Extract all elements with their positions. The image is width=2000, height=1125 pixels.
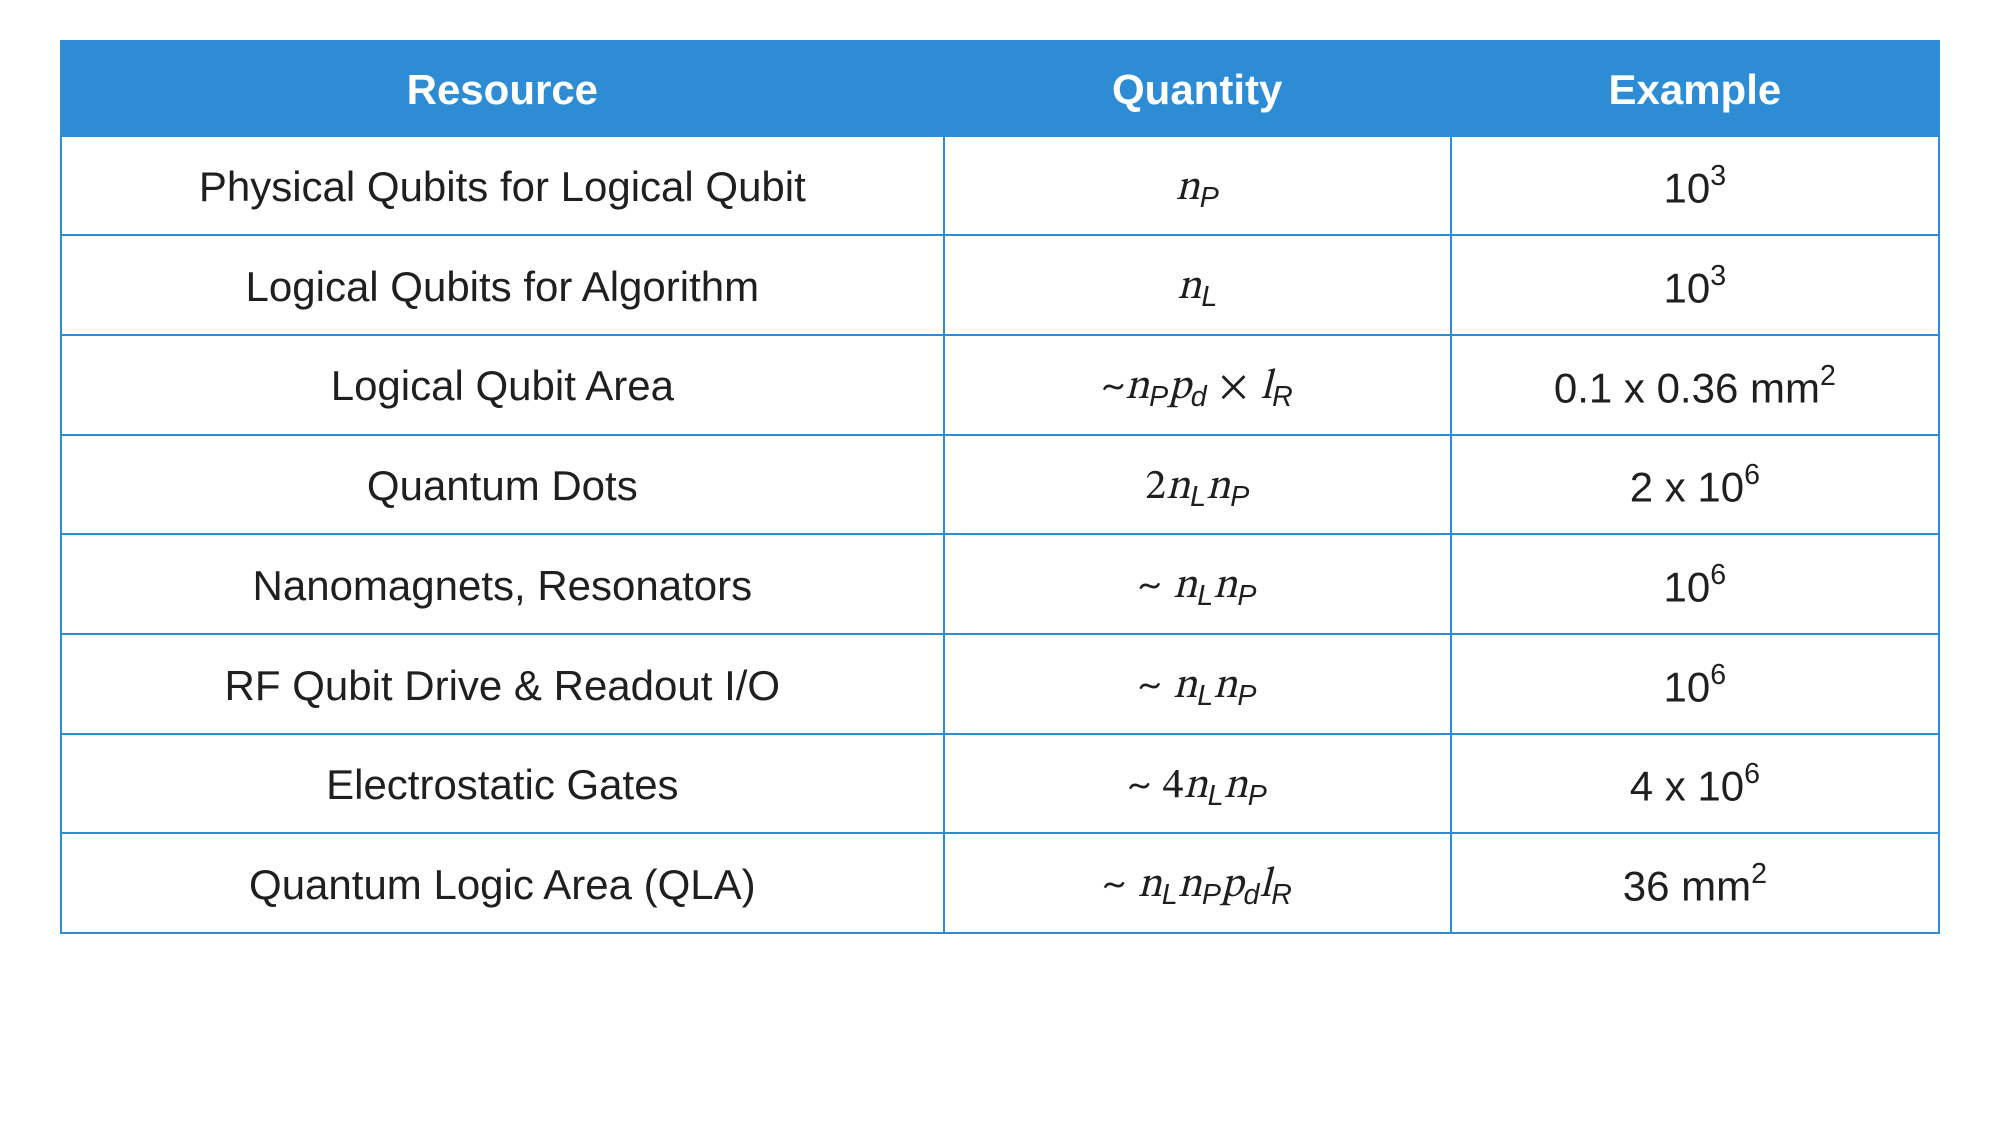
cell-example: 103 — [1451, 235, 1939, 335]
table-row: Logical Qubit Area ~nPpd × lR 0.1 x 0.36… — [61, 335, 1939, 435]
cell-quantity: 2nLnP — [944, 435, 1451, 535]
table-row: Quantum Dots 2nLnP 2 x 106 — [61, 435, 1939, 535]
table-row: RF Qubit Drive & Readout I/O ~ nLnP 106 — [61, 634, 1939, 734]
cell-resource: RF Qubit Drive & Readout I/O — [61, 634, 944, 734]
cell-example: 36 mm2 — [1451, 833, 1939, 933]
cell-quantity: ~nPpd × lR — [944, 335, 1451, 435]
col-header-example: Example — [1451, 41, 1939, 136]
table-row: Electrostatic Gates ~ 4nLnP 4 x 106 — [61, 734, 1939, 834]
table-row: Nanomagnets, Resonators ~ nLnP 106 — [61, 534, 1939, 634]
cell-example: 106 — [1451, 634, 1939, 734]
cell-quantity: ~ nLnP — [944, 534, 1451, 634]
cell-resource: Quantum Dots — [61, 435, 944, 535]
cell-quantity: nP — [944, 136, 1451, 236]
cell-example: 2 x 106 — [1451, 435, 1939, 535]
table-row: Quantum Logic Area (QLA) ~ nLnPpdlR 36 m… — [61, 833, 1939, 933]
cell-quantity: nL — [944, 235, 1451, 335]
cell-example: 106 — [1451, 534, 1939, 634]
cell-resource: Logical Qubit Area — [61, 335, 944, 435]
table-row: Physical Qubits for Logical Qubit nP 103 — [61, 136, 1939, 236]
cell-resource: Physical Qubits for Logical Qubit — [61, 136, 944, 236]
cell-resource: Quantum Logic Area (QLA) — [61, 833, 944, 933]
cell-quantity: ~ 4nLnP — [944, 734, 1451, 834]
resource-table: Resource Quantity Example Physical Qubit… — [60, 40, 1940, 934]
cell-example: 103 — [1451, 136, 1939, 236]
cell-resource: Electrostatic Gates — [61, 734, 944, 834]
cell-quantity: ~ nLnP — [944, 634, 1451, 734]
cell-resource: Nanomagnets, Resonators — [61, 534, 944, 634]
col-header-quantity: Quantity — [944, 41, 1451, 136]
col-header-resource: Resource — [61, 41, 944, 136]
cell-resource: Logical Qubits for Algorithm — [61, 235, 944, 335]
table-header-row: Resource Quantity Example — [61, 41, 1939, 136]
cell-example: 0.1 x 0.36 mm2 — [1451, 335, 1939, 435]
cell-quantity: ~ nLnPpdlR — [944, 833, 1451, 933]
table-body: Physical Qubits for Logical Qubit nP 103… — [61, 136, 1939, 934]
cell-example: 4 x 106 — [1451, 734, 1939, 834]
table-row: Logical Qubits for Algorithm nL 103 — [61, 235, 1939, 335]
